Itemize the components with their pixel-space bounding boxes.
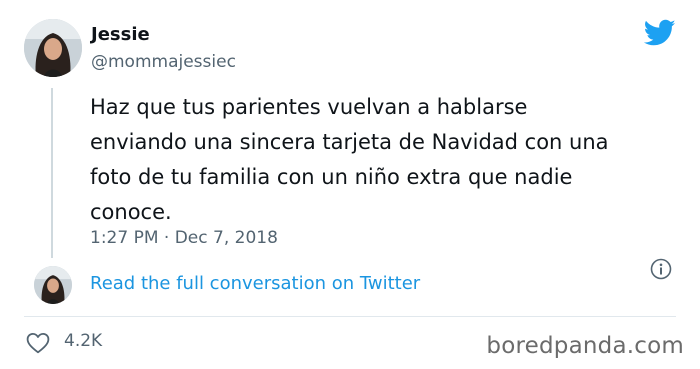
twitter-bird-icon[interactable] (644, 19, 676, 47)
like-count: 4.2K (64, 331, 103, 351)
author-display-name[interactable]: Jessie (91, 24, 150, 45)
tweet-line: Haz que tus parientes vuelvan a hablarse (90, 95, 528, 119)
tweet-line: conoce. (90, 200, 172, 224)
divider (24, 316, 676, 317)
tweet-text: Haz que tus parientes vuelvan a hablarse… (90, 90, 660, 230)
tweet-line: foto de tu familia con un niño extra que… (90, 165, 573, 189)
read-conversation-link[interactable]: Read the full conversation on Twitter (90, 273, 420, 294)
author-avatar[interactable] (24, 19, 82, 77)
info-icon[interactable] (650, 258, 672, 280)
heart-icon[interactable] (26, 332, 50, 354)
tweet-timestamp[interactable]: 1:27 PM · Dec 7, 2018 (90, 228, 278, 248)
tweet-line: enviando una sincera tarjeta de Navidad … (90, 130, 609, 154)
author-handle[interactable]: @mommajessiec (91, 52, 236, 72)
watermark: boredpanda.com (486, 333, 684, 359)
thread-line (51, 88, 53, 258)
conversation-avatar[interactable] (34, 266, 72, 304)
